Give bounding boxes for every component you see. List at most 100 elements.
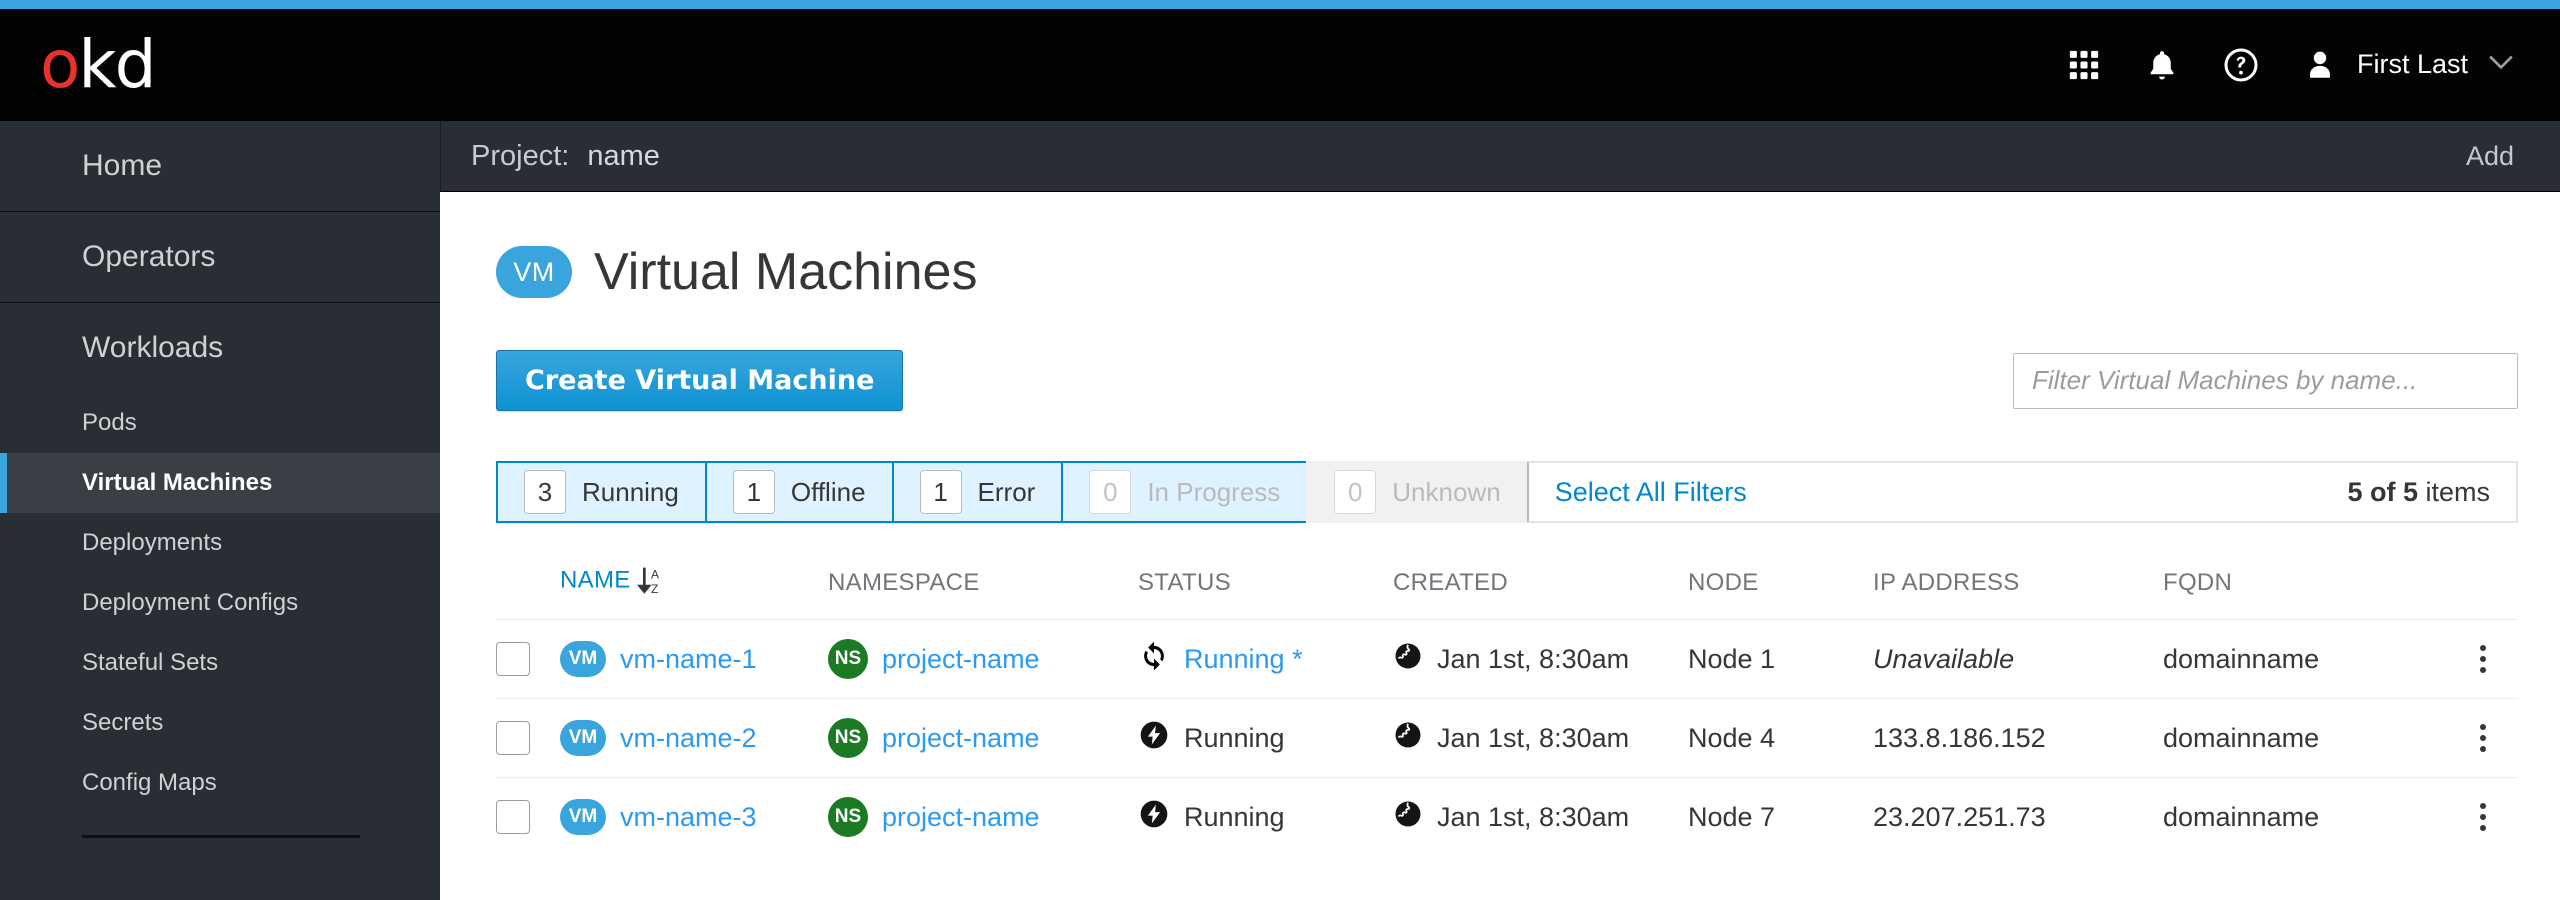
kebab-menu-icon[interactable] — [2448, 724, 2518, 752]
app-launcher-icon[interactable] — [2067, 48, 2101, 82]
filter-count-offline: 1 — [732, 470, 775, 514]
cell-ip-address: 23.207.251.73 — [1873, 777, 2163, 856]
namespace-link[interactable]: project-name — [882, 644, 1040, 675]
filter-label-unknown: Unknown — [1392, 476, 1501, 507]
bell-icon[interactable] — [2145, 47, 2179, 83]
th-created[interactable]: CREATED — [1393, 565, 1688, 620]
cell-fqdn: domainname — [2163, 619, 2448, 699]
masthead-actions: First Last — [2067, 47, 2514, 83]
kebab-menu-icon[interactable] — [2448, 803, 2518, 831]
page-title: Virtual Machines — [594, 243, 978, 301]
project-name-value[interactable]: name — [587, 140, 660, 173]
sidebar-item-secrets[interactable]: Secrets — [0, 693, 440, 753]
masthead: o kd First Last — [0, 9, 2560, 120]
filter-chip-in-progress[interactable]: 0 In Progress — [1061, 461, 1309, 523]
globe-icon — [1393, 641, 1423, 678]
table-row[interactable]: VM vm-name-1 NS project-name Running * J… — [496, 619, 2518, 699]
filter-input[interactable] — [2013, 352, 2518, 409]
vm-badge-icon: VM — [496, 246, 572, 298]
create-virtual-machine-button[interactable]: Create Virtual Machine — [496, 350, 904, 411]
items-count-suffix: items — [2417, 476, 2490, 507]
sidebar-item-operators[interactable]: Operators — [0, 212, 440, 302]
app-shell: Home Operators Workloads Pods Virtual Ma… — [0, 120, 2560, 900]
filter-label-in-progress: In Progress — [1147, 476, 1281, 507]
namespace-link[interactable]: project-name — [882, 723, 1040, 754]
filter-chip-error[interactable]: 1 Error — [891, 461, 1064, 523]
cell-namespace: NS project-name — [828, 619, 1138, 699]
created-text: Jan 1st, 8:30am — [1437, 643, 1630, 674]
sidebar-item-virtual-machines[interactable]: Virtual Machines — [0, 453, 440, 513]
cell-actions — [2448, 777, 2518, 856]
th-ip-address[interactable]: IP ADDRESS — [1873, 565, 2163, 620]
th-actions — [2448, 565, 2518, 620]
cell-actions — [2448, 698, 2518, 778]
user-avatar-icon — [2303, 48, 2337, 82]
th-fqdn[interactable]: FQDN — [2163, 565, 2448, 620]
vm-name-link[interactable]: vm-name-3 — [620, 802, 757, 833]
cell-fqdn: domainname — [2163, 698, 2448, 778]
sidebar-item-config-maps[interactable]: Config Maps — [0, 753, 440, 813]
created-text: Jan 1st, 8:30am — [1437, 801, 1630, 832]
okd-logo[interactable]: o kd — [40, 31, 157, 98]
cell-namespace: NS project-name — [828, 698, 1138, 778]
vm-name-link[interactable]: vm-name-1 — [620, 644, 757, 675]
th-name[interactable]: NAME A Z — [560, 565, 828, 620]
cell-status: Running — [1138, 777, 1393, 856]
cell-status: Running — [1138, 698, 1393, 778]
user-menu[interactable]: First Last — [2303, 48, 2514, 82]
items-count: 5 of 5 items — [2347, 477, 2490, 508]
globe-icon — [1393, 720, 1423, 757]
cell-name: VM vm-name-1 — [560, 619, 828, 699]
vm-name-link[interactable]: vm-name-2 — [620, 723, 757, 754]
ns-badge-icon: NS — [828, 797, 868, 837]
th-namespace[interactable]: NAMESPACE — [828, 565, 1138, 620]
th-node[interactable]: NODE — [1688, 565, 1873, 620]
sidebar-item-pods[interactable]: Pods — [0, 393, 440, 453]
filter-label-running: Running — [582, 476, 679, 507]
sidebar-item-stateful-sets[interactable]: Stateful Sets — [0, 633, 440, 693]
select-all-filters-link[interactable]: Select All Filters — [1555, 477, 1747, 508]
sidebar-section-workloads: Workloads Pods Virtual Machines Deployme… — [0, 303, 440, 838]
filter-count-in-progress: 0 — [1089, 470, 1132, 514]
th-select — [496, 565, 560, 620]
row-checkbox[interactable] — [496, 800, 530, 834]
sort-az-desc-icon[interactable]: AZ — [636, 565, 665, 597]
sidebar-item-deployment-configs[interactable]: Deployment Configs — [0, 573, 440, 633]
cell-select — [496, 777, 560, 856]
chevron-down-icon[interactable] — [2488, 53, 2514, 76]
project-bar: Project: name Add — [440, 120, 2560, 192]
svg-text:Z: Z — [651, 582, 659, 596]
cell-node: Node 7 — [1688, 777, 1873, 856]
table-row[interactable]: VM vm-name-2 NS project-name Running Jan… — [496, 698, 2518, 778]
top-accent-bar — [0, 0, 2560, 9]
sidebar-item-workloads[interactable]: Workloads — [0, 303, 440, 393]
sidebar-section-operators: Operators — [0, 212, 440, 303]
filter-chip-running[interactable]: 3 Running — [496, 461, 707, 523]
cell-namespace: NS project-name — [828, 777, 1138, 856]
cell-select — [496, 619, 560, 699]
sync-icon — [1138, 640, 1170, 679]
row-checkbox[interactable] — [496, 642, 530, 676]
kebab-menu-icon[interactable] — [2448, 645, 2518, 673]
virtual-machines-table: NAME A Z NAMESPACE STATUS CREATED NODE IP … — [496, 565, 2518, 856]
cell-fqdn: domainname — [2163, 777, 2448, 856]
sidebar-item-home[interactable]: Home — [0, 121, 440, 211]
content-area: VM Virtual Machines Create Virtual Machi… — [440, 192, 2560, 900]
namespace-link[interactable]: project-name — [882, 802, 1040, 833]
select-all-filters-area: Select All Filters 5 of 5 items — [1526, 461, 2518, 523]
add-button[interactable]: Add — [2466, 141, 2514, 172]
sidebar-item-deployments[interactable]: Deployments — [0, 513, 440, 573]
filter-chip-unknown[interactable]: 0 Unknown — [1306, 461, 1529, 523]
help-icon[interactable] — [2223, 47, 2259, 83]
vm-badge-icon: VM — [560, 641, 606, 677]
table-row[interactable]: VM vm-name-3 NS project-name Running Jan… — [496, 777, 2518, 856]
cell-created: Jan 1st, 8:30am — [1393, 698, 1688, 778]
sidebar-nav: Home Operators Workloads Pods Virtual Ma… — [0, 120, 440, 900]
created-text: Jan 1st, 8:30am — [1437, 722, 1630, 753]
row-checkbox[interactable] — [496, 721, 530, 755]
filter-chip-offline[interactable]: 1 Offline — [704, 461, 894, 523]
cell-name: VM vm-name-3 — [560, 777, 828, 856]
power-on-icon — [1138, 719, 1170, 758]
th-status[interactable]: STATUS — [1138, 565, 1393, 620]
cell-node: Node 1 — [1688, 619, 1873, 699]
